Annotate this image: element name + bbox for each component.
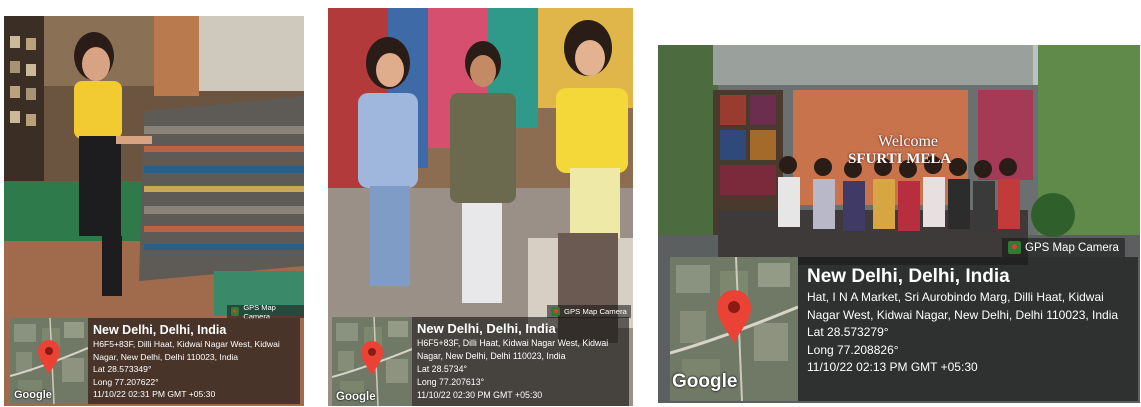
location-info: New Delhi, Delhi, India H6F5+83F, Dilli … — [88, 318, 300, 404]
location-title: New Delhi, Delhi, India — [807, 266, 1010, 287]
badge-label: GPS Map Camera — [564, 307, 627, 316]
gps-overlay: Google New Delhi, Delhi, India H6F5+83F,… — [332, 317, 629, 406]
map-thumbnail: Google — [670, 257, 798, 401]
latitude-text: Lat 28.573279° — [807, 325, 889, 339]
banner-welcome: Welcome — [878, 133, 939, 150]
latitude-text: Lat 28.573349° — [93, 364, 152, 375]
location-title: New Delhi, Delhi, India — [417, 321, 556, 336]
gps-map-camera-icon — [231, 307, 240, 316]
badge-label: GPS Map Camera — [1025, 241, 1119, 254]
longitude-text: Long 77.207613° — [417, 376, 485, 387]
photo-rug-display: GPS Map Camera Google New Delhi, Delhi, … — [4, 16, 304, 406]
google-watermark: Google — [336, 391, 376, 403]
photo-group-at-mela: Welcome SFURTI MELA GPS Map Camera Googl… — [658, 45, 1140, 403]
address-text: Hat, I N A Market, Sri Aurobindo Marg, D… — [807, 290, 1119, 322]
address-text: H6F5+83F, Dilli Haat, Kidwai Nagar West,… — [93, 339, 280, 362]
location-info: New Delhi, Delhi, India H6F5+83F, Dilli … — [412, 317, 629, 406]
gps-map-camera-icon — [551, 307, 560, 316]
location-title: New Delhi, Delhi, India — [93, 323, 227, 337]
address-text: H6F5+83F, Dilli Haat, Kidwai Nagar West,… — [417, 338, 609, 361]
google-watermark: Google — [14, 389, 52, 401]
gps-map-camera-badge: GPS Map Camera — [227, 303, 304, 321]
gps-map-camera-icon — [1008, 241, 1021, 254]
gps-map-camera-badge: GPS Map Camera — [1002, 238, 1125, 257]
longitude-text: Long 77.207622° — [93, 376, 159, 387]
map-thumbnail: Google — [10, 318, 88, 404]
banner-title: SFURTI MELA — [848, 151, 952, 167]
latitude-text: Lat 28.5734° — [417, 363, 467, 374]
datetime-text: 11/10/22 02:13 PM GMT +05:30 — [807, 360, 978, 374]
photo-three-people: GPS Map Camera Google New Delhi, Delhi, … — [328, 8, 633, 406]
datetime-text: 11/10/22 02:30 PM GMT +05:30 — [417, 389, 543, 400]
map-thumbnail: Google — [332, 317, 412, 406]
location-info: New Delhi, Delhi, India Hat, I N A Marke… — [798, 257, 1138, 401]
datetime-text: 11/10/22 02:31 PM GMT +05:30 — [93, 389, 216, 400]
longitude-text: Long 77.208826° — [807, 342, 899, 357]
gps-overlay: Google New Delhi, Delhi, India Hat, I N … — [670, 257, 1138, 401]
gps-overlay: Google New Delhi, Delhi, India H6F5+83F,… — [10, 318, 300, 404]
google-watermark: Google — [672, 371, 738, 392]
